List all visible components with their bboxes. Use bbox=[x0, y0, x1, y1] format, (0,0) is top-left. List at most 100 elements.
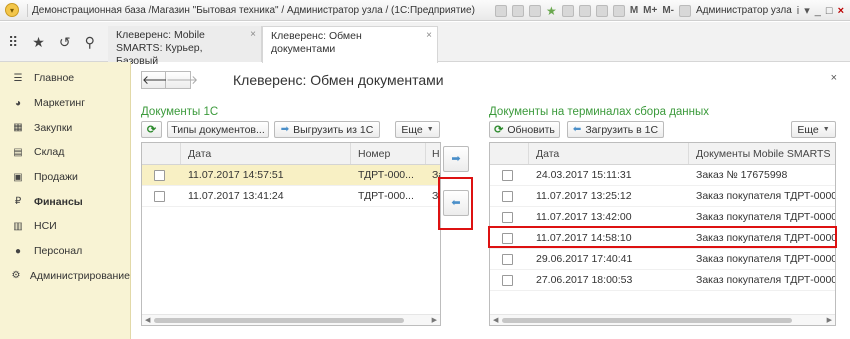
tab-bar: ⠿ ★ ↺ ⚲ Клеверенс: Mobile SMARTS: Курьер… bbox=[0, 22, 850, 67]
column-divider bbox=[180, 143, 181, 164]
search-icon[interactable]: ⚲ bbox=[85, 34, 95, 51]
column-date[interactable]: Дата bbox=[188, 148, 211, 160]
button-label: Еще bbox=[797, 123, 819, 136]
page-title: Клеверенс: Обмен документами bbox=[233, 72, 444, 88]
link-icon[interactable] bbox=[561, 4, 574, 17]
column-number[interactable]: Номер bbox=[358, 148, 390, 160]
titlebar-tools: ★ M M+ M- Администратор узла i ▾ _ □ × bbox=[495, 0, 844, 21]
table-row[interactable]: 27.06.2017 18:00:53 Заказ покупателя ТДР… bbox=[490, 270, 835, 291]
panel-toggle-icon[interactable] bbox=[679, 4, 691, 17]
scroll-thumb[interactable] bbox=[502, 318, 792, 323]
apps-grid-icon[interactable]: ⠿ bbox=[8, 34, 18, 51]
favorites-star-icon[interactable]: ★ bbox=[32, 34, 45, 51]
sidebar-item-personnel[interactable]: ● Персонал bbox=[0, 239, 130, 264]
scroll-left-icon[interactable]: ◀ bbox=[145, 316, 150, 324]
column-divider bbox=[688, 143, 689, 164]
scroll-right-icon[interactable]: ▶ bbox=[827, 316, 832, 324]
back-button[interactable]: 🡐 bbox=[141, 71, 174, 89]
horizontal-scrollbar[interactable]: ◀ ▶ bbox=[142, 314, 440, 325]
minimize-button[interactable]: _ bbox=[815, 5, 821, 17]
sidebar-item-administration[interactable]: ⚙ Администрирование bbox=[0, 264, 130, 289]
scroll-right-icon[interactable]: ▶ bbox=[432, 316, 437, 324]
load-to-1c-button[interactable]: ⬅ Загрузить в 1С bbox=[567, 121, 664, 138]
column-divider bbox=[350, 143, 351, 164]
sidebar-item-sales[interactable]: ▣ Продажи bbox=[0, 165, 130, 190]
cell-document: Заказ № 17675998 bbox=[696, 169, 788, 181]
left-more-dropdown[interactable]: Еще ▼ bbox=[395, 121, 440, 138]
column-extra[interactable]: Н bbox=[432, 148, 440, 160]
button-label: Выгрузить из 1С bbox=[293, 123, 374, 136]
table-row[interactable]: 11.07.2017 14:57:51 ТДРТ-000... За bbox=[142, 165, 440, 186]
left-panel-title: Документы 1С bbox=[141, 106, 219, 118]
favorite-star-icon[interactable]: ★ bbox=[546, 5, 557, 17]
forward-button[interactable]: 🡒 bbox=[166, 71, 198, 89]
table-row[interactable]: 11.07.2017 13:25:12 Заказ покупателя ТДР… bbox=[490, 186, 835, 207]
current-user[interactable]: Администратор узла bbox=[696, 5, 792, 16]
cell-number: ТДРТ-000... bbox=[358, 190, 414, 202]
history-icon[interactable]: ↺ bbox=[59, 34, 71, 51]
sidebar-item-label: Главное bbox=[34, 72, 75, 85]
move-to-terminal-button[interactable]: ➡ bbox=[443, 146, 469, 172]
refresh-1c-button[interactable]: ⟳ bbox=[141, 121, 162, 138]
move-to-1c-button[interactable]: ⬅ bbox=[443, 190, 469, 216]
sidebar-item-label: Финансы bbox=[34, 195, 83, 208]
sidebar-item-marketing[interactable]: ◕ Маркетинг bbox=[0, 91, 130, 116]
sidebar-item-finance[interactable]: ₽ Финансы bbox=[0, 189, 130, 214]
row-checkbox[interactable] bbox=[154, 191, 165, 202]
app-logo-icon[interactable]: ▾ bbox=[5, 3, 19, 17]
row-checkbox[interactable] bbox=[502, 170, 513, 181]
column-documents[interactable]: Документы Mobile SMARTS bbox=[696, 148, 830, 160]
form-close-button[interactable]: × bbox=[831, 72, 837, 84]
column-divider bbox=[425, 143, 426, 164]
sidebar-item-warehouse[interactable]: ▤ Склад bbox=[0, 140, 130, 165]
print-icon[interactable] bbox=[512, 4, 525, 17]
calendar-icon[interactable] bbox=[612, 4, 625, 17]
column-date[interactable]: Дата bbox=[536, 148, 559, 160]
menu-dropdown-button[interactable]: ▾ bbox=[804, 4, 810, 17]
memory-minus-button[interactable]: M- bbox=[662, 5, 674, 16]
scroll-thumb[interactable] bbox=[154, 318, 404, 323]
refresh-terminals-button[interactable]: ⟳ Обновить bbox=[489, 121, 560, 138]
preview-icon[interactable] bbox=[529, 4, 542, 17]
row-checkbox[interactable] bbox=[154, 170, 165, 181]
tab-close-icon[interactable]: × bbox=[250, 28, 256, 41]
table-row[interactable]: 29.06.2017 17:40:41 Заказ покупателя ТДР… bbox=[490, 249, 835, 270]
sidebar-item-purchases[interactable]: ▦ Закупки bbox=[0, 115, 130, 140]
sidebar-item-main[interactable]: ☰ Главное bbox=[0, 66, 130, 91]
tab-document-exchange[interactable]: Клеверенс: Обмен документами × bbox=[262, 26, 438, 63]
scroll-left-icon[interactable]: ◀ bbox=[493, 316, 498, 324]
sidebar-item-label: Закупки bbox=[34, 121, 73, 134]
save-icon[interactable] bbox=[495, 4, 508, 17]
memory-button[interactable]: M bbox=[630, 5, 638, 16]
table-row[interactable]: 11.07.2017 13:42:00 Заказ покупателя ТДР… bbox=[490, 207, 835, 228]
memory-plus-button[interactable]: M+ bbox=[643, 5, 657, 16]
table-row[interactable]: 11.07.2017 13:41:24 ТДРТ-000... За bbox=[142, 186, 440, 207]
calculator-icon[interactable] bbox=[595, 4, 608, 17]
sidebar-item-label: Продажи bbox=[34, 171, 78, 184]
cell-document: Заказ покупателя ТДРТ-000021 от bbox=[696, 190, 835, 202]
sidebar-item-nsi[interactable]: ▥ НСИ bbox=[0, 214, 130, 239]
maximize-button[interactable]: □ bbox=[826, 5, 833, 17]
info-button[interactable]: i bbox=[797, 5, 799, 17]
row-checkbox[interactable] bbox=[502, 212, 513, 223]
horizontal-scrollbar[interactable]: ◀ ▶ bbox=[490, 314, 835, 325]
history-icon[interactable] bbox=[578, 4, 591, 17]
table-row[interactable]: 24.03.2017 15:11:31 Заказ № 17675998 bbox=[490, 165, 835, 186]
upload-from-1c-button[interactable]: ➡ Выгрузить из 1С bbox=[274, 121, 380, 138]
close-window-button[interactable]: × bbox=[838, 5, 844, 17]
nav-icons: ⠿ ★ ↺ ⚲ bbox=[0, 22, 108, 62]
row-checkbox[interactable] bbox=[502, 254, 513, 265]
row-checkbox[interactable] bbox=[502, 275, 513, 286]
table-header: Дата Номер Н bbox=[142, 143, 440, 165]
document-types-button[interactable]: Типы документов... bbox=[167, 121, 269, 138]
row-checkbox[interactable] bbox=[502, 191, 513, 202]
sidebar-item-label: Персонал bbox=[34, 245, 83, 258]
cell-document: Заказ покупателя ТДРТ-000022 от bbox=[696, 211, 835, 223]
tab-mobile-smarts[interactable]: Клеверенс: Mobile SMARTS: Курьер, Базовы… bbox=[108, 26, 262, 67]
right-panel-title: Документы на терминалах сбора данных bbox=[489, 106, 710, 118]
right-more-dropdown[interactable]: Еще ▼ bbox=[791, 121, 836, 138]
sidebar-item-label: Маркетинг bbox=[34, 97, 86, 110]
button-label: Обновить bbox=[507, 123, 555, 136]
tab-close-icon[interactable]: × bbox=[426, 29, 432, 42]
arrow-right-icon: ➡ bbox=[280, 124, 290, 135]
